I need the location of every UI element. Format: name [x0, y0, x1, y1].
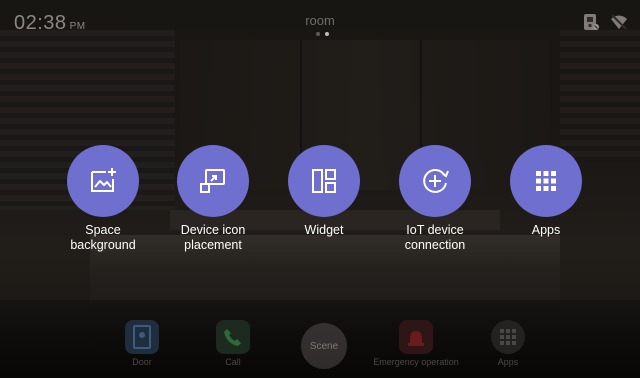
dock-door[interactable]: Door — [92, 320, 192, 367]
menu-item-iot-device-connection[interactable]: IoT device connection — [380, 145, 490, 253]
menu-item-space-background[interactable]: Space background — [48, 145, 158, 253]
dock-call[interactable]: Call — [183, 320, 283, 367]
move-icon — [200, 169, 225, 193]
space-background-button[interactable] — [67, 145, 139, 217]
apps-button[interactable] — [510, 145, 582, 217]
device-icon-placement-button[interactable] — [177, 145, 249, 217]
status-icons — [582, 13, 628, 31]
menu-item-widget[interactable]: Widget — [269, 145, 379, 238]
dock-label: Door — [132, 357, 152, 367]
door-icon — [125, 320, 159, 354]
menu-label: IoT device connection — [404, 223, 466, 252]
menu-label: Device icon placement — [180, 223, 246, 252]
page-indicator — [316, 32, 329, 36]
emergency-icon — [399, 320, 433, 354]
call-icon — [216, 320, 250, 354]
scene-button[interactable]: Scene — [301, 323, 347, 369]
dock-apps[interactable]: Apps — [458, 320, 558, 367]
iot-device-connection-button[interactable] — [399, 145, 471, 217]
apps-grid-icon — [491, 320, 525, 354]
menu-item-device-icon-placement[interactable]: Device icon placement — [158, 145, 268, 253]
wifi-off-icon — [611, 14, 627, 30]
image-add-icon — [91, 168, 116, 192]
widget-button[interactable] — [288, 145, 360, 217]
doorbell-icon — [584, 14, 599, 30]
menu-label: Apps — [531, 223, 561, 237]
room-title: room — [305, 13, 335, 28]
page-dot-active — [325, 32, 329, 36]
page-dot — [316, 32, 320, 36]
dock-label: Call — [225, 357, 241, 367]
customize-menu: Space background Device icon placement W… — [0, 145, 640, 265]
menu-label: Space background — [70, 223, 136, 252]
menu-item-apps[interactable]: Apps — [491, 145, 601, 238]
add-circle-icon — [423, 169, 449, 193]
dock-label: Apps — [497, 357, 519, 367]
dock-emergency-operation[interactable]: Emergency operation — [366, 320, 466, 367]
widget-icon — [312, 169, 336, 193]
dock-label: Emergency operation — [373, 357, 459, 367]
grid-icon — [536, 171, 556, 191]
menu-label: Widget — [304, 223, 344, 237]
